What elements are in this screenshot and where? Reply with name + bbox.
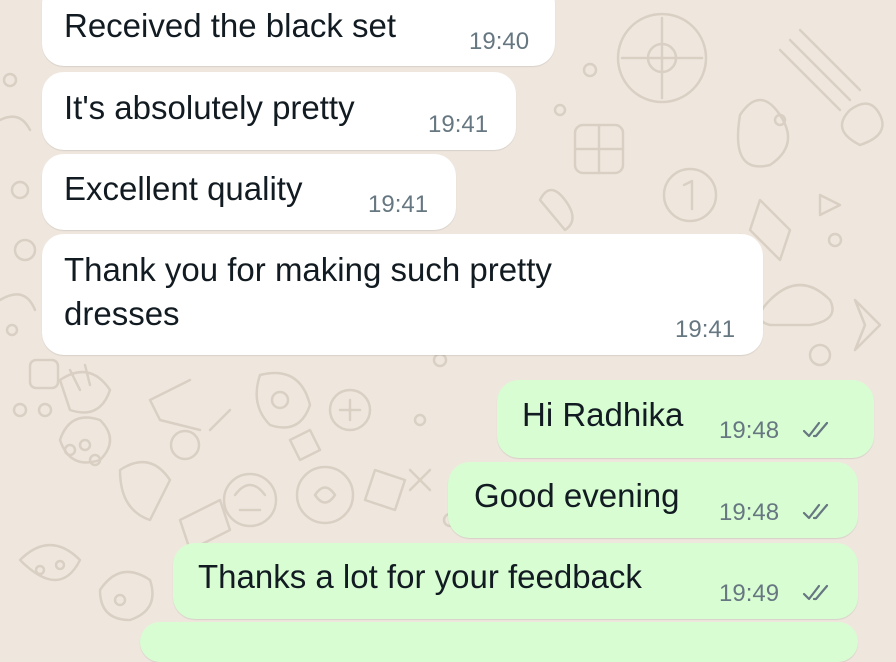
message-bubble-incoming[interactable]: Excellent quality 19:41 (42, 154, 456, 230)
message-text: Received the black set (64, 7, 397, 44)
message-timestamp: 19:41 (428, 111, 489, 138)
double-check-icon (802, 421, 829, 438)
message-bubble-outgoing-partial[interactable] (140, 622, 858, 662)
double-check-icon (802, 584, 829, 601)
message-text: It's absolutely pretty (64, 89, 355, 126)
message-timestamp: 19:41 (675, 316, 736, 343)
message-text: Thanks a lot for your feedback (198, 558, 642, 595)
message-text-line-1: Thank you for making such pretty (64, 251, 552, 288)
message-bubble-incoming[interactable]: Received the black set 19:40 (42, 0, 555, 66)
message-text: Good evening (474, 477, 680, 514)
message-bubble-outgoing[interactable]: Thanks a lot for your feedback 19:49 (173, 543, 858, 619)
message-timestamp: 19:41 (368, 191, 429, 218)
message-text: Hi Radhika (522, 396, 684, 433)
message-text-line-2: dresses (64, 295, 180, 332)
message-bubble-incoming[interactable]: It's absolutely pretty 19:41 (42, 72, 516, 150)
message-bubble-outgoing[interactable]: Hi Radhika 19:48 (497, 380, 874, 458)
message-timestamp: 19:49 (719, 580, 780, 607)
message-timestamp: 19:48 (719, 499, 780, 526)
message-bubble-incoming[interactable]: Thank you for making such pretty dresses… (42, 234, 763, 355)
message-timestamp: 19:40 (469, 28, 530, 55)
message-timestamp: 19:48 (719, 417, 780, 444)
message-text: Excellent quality (64, 170, 303, 207)
double-check-icon (802, 503, 829, 520)
message-bubble-outgoing[interactable]: Good evening 19:48 (448, 462, 858, 538)
